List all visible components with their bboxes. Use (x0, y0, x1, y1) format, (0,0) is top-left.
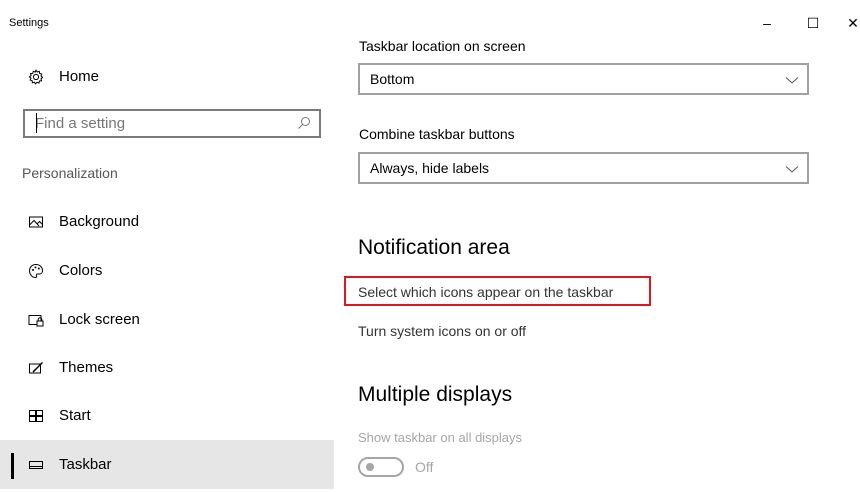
themes-icon (28, 360, 44, 376)
combine-buttons-dropdown[interactable]: Always, hide labels (358, 152, 809, 184)
sidebar-item-start[interactable]: Start (0, 391, 334, 440)
lock-screen-icon (28, 312, 44, 328)
taskbar-location-label: Taskbar location on screen (359, 38, 526, 54)
chevron-down-icon (785, 73, 799, 85)
sidebar-item-label: Lock screen (59, 311, 140, 328)
main-content: Taskbar location on screen Bottom Combin… (334, 0, 860, 492)
section-label-personalization: Personalization (22, 165, 118, 181)
gear-icon (28, 68, 44, 85)
highlight-box (344, 276, 651, 306)
sidebar: Home Personalization Background Colors L… (0, 0, 334, 492)
sidebar-item-label: Taskbar (59, 456, 112, 473)
toggle-state-label: Off (415, 459, 434, 475)
sidebar-item-taskbar[interactable]: Taskbar (0, 440, 334, 489)
show-taskbar-all-displays-toggle[interactable] (358, 457, 404, 477)
taskbar-icon (28, 457, 44, 473)
sidebar-item-label: Start (59, 407, 91, 424)
taskbar-location-dropdown[interactable]: Bottom (358, 63, 809, 95)
search-input[interactable] (25, 111, 285, 136)
sidebar-item-themes[interactable]: Themes (0, 343, 334, 392)
start-icon (28, 408, 44, 424)
text-caret (36, 113, 37, 133)
sidebar-item-home[interactable]: Home (0, 52, 334, 101)
selection-indicator (11, 453, 14, 479)
sidebar-item-label: Themes (59, 359, 114, 376)
search-field[interactable] (23, 109, 321, 138)
palette-icon (28, 263, 44, 279)
show-taskbar-all-displays-label: Show taskbar on all displays (358, 430, 523, 445)
multiple-displays-heading: Multiple displays (358, 383, 513, 406)
dropdown-value: Always, hide labels (370, 160, 490, 176)
system-icons-link[interactable]: Turn system icons on or off (358, 323, 526, 339)
toggle-knob (366, 463, 374, 471)
sidebar-item-background[interactable]: Background (0, 197, 334, 246)
sidebar-item-colors[interactable]: Colors (0, 246, 334, 295)
sidebar-item-label: Home (59, 68, 100, 85)
notification-area-heading: Notification area (358, 236, 510, 259)
combine-buttons-label: Combine taskbar buttons (359, 126, 515, 142)
dropdown-value: Bottom (370, 71, 415, 87)
sidebar-item-label: Colors (59, 262, 103, 279)
chevron-down-icon (785, 162, 799, 174)
search-icon (297, 116, 311, 130)
sidebar-item-label: Background (59, 213, 140, 230)
picture-icon (28, 214, 44, 230)
sidebar-item-lock-screen[interactable]: Lock screen (0, 295, 334, 344)
